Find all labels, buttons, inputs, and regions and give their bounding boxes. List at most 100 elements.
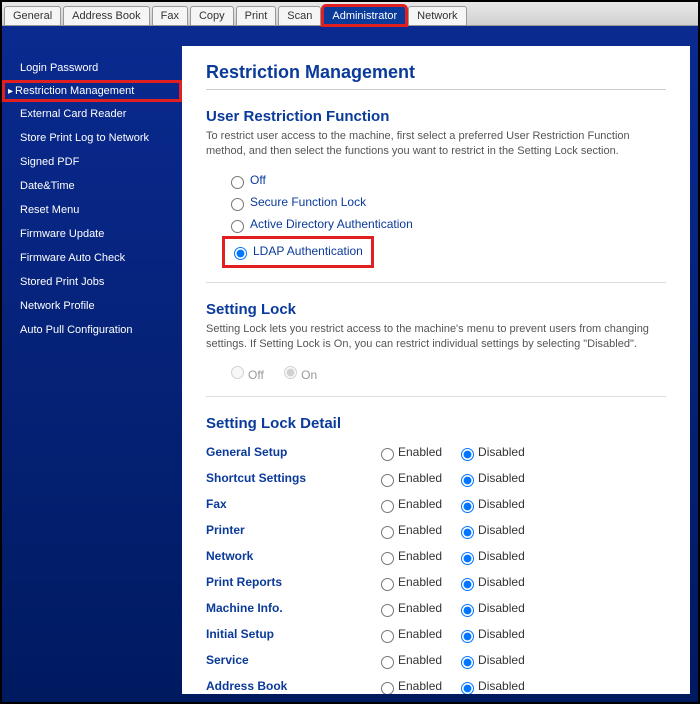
lock-off-radio[interactable] [231, 366, 244, 379]
urf-option-secure-function-lock[interactable]: Secure Function Lock [206, 192, 666, 214]
detail-option-enabled[interactable]: Enabled [376, 575, 442, 589]
detail-label: Address Book [206, 679, 376, 694]
detail-option-disabled[interactable]: Disabled [456, 653, 525, 667]
lock-off-option[interactable]: Off [226, 368, 264, 382]
tab-scan[interactable]: Scan [278, 6, 321, 25]
urf-heading: User Restriction Function [206, 108, 666, 125]
detail-options: Enabled Disabled [376, 653, 539, 669]
divider [206, 396, 666, 397]
detail-radio[interactable] [461, 682, 474, 694]
tab-network[interactable]: Network [408, 6, 466, 25]
detail-radio[interactable] [461, 578, 474, 591]
detail-option-enabled[interactable]: Enabled [376, 549, 442, 563]
detail-option-disabled[interactable]: Disabled [456, 497, 525, 511]
detail-option-enabled[interactable]: Enabled [376, 653, 442, 667]
sidebar-item-firmware-auto-check[interactable]: Firmware Auto Check [2, 246, 182, 270]
page-title: Restriction Management [206, 62, 666, 90]
sidebar-item-restriction-management[interactable]: Restriction Management [2, 80, 182, 102]
detail-option-enabled[interactable]: Enabled [376, 497, 442, 511]
detail-option-disabled[interactable]: Disabled [456, 549, 525, 563]
detail-radio[interactable] [381, 500, 394, 513]
detail-option-enabled[interactable]: Enabled [376, 445, 442, 459]
tab-address-book[interactable]: Address Book [63, 6, 149, 25]
detail-radio[interactable] [461, 474, 474, 487]
detail-row-print-reports: Print ReportsEnabledDisabled [206, 570, 666, 596]
detail-radio[interactable] [461, 630, 474, 643]
detail-row-initial-setup: Initial SetupEnabled Disabled [206, 622, 666, 648]
detail-radio[interactable] [461, 552, 474, 565]
tab-administrator[interactable]: Administrator [323, 6, 406, 25]
urf-desc: To restrict user access to the machine, … [206, 129, 666, 160]
detail-radio[interactable] [381, 656, 394, 669]
detail-radio[interactable] [461, 448, 474, 461]
detail-radio[interactable] [381, 448, 394, 461]
detail-option-disabled[interactable]: Disabled [456, 523, 525, 537]
sidebar-item-firmware-update[interactable]: Firmware Update [2, 222, 182, 246]
sidebar-item-date-time[interactable]: Date&Time [2, 174, 182, 198]
urf-radio[interactable] [231, 176, 244, 189]
sidebar-item-reset-menu[interactable]: Reset Menu [2, 198, 182, 222]
detail-radio[interactable] [381, 474, 394, 487]
detail-option-enabled[interactable]: Enabled [376, 601, 442, 615]
tab-copy[interactable]: Copy [190, 6, 234, 25]
detail-radio[interactable] [461, 526, 474, 539]
detail-row-printer: PrinterEnabledDisabled [206, 518, 666, 544]
detail-label: Initial Setup [206, 627, 376, 643]
detail-label: Fax [206, 497, 376, 513]
content-panel: Restriction Management User Restriction … [182, 46, 690, 694]
tab-print[interactable]: Print [236, 6, 277, 25]
detail-option-disabled[interactable]: Disabled [456, 445, 525, 459]
detail-label: Machine Info. [206, 601, 376, 617]
sidebar-item-stored-print-jobs[interactable]: Stored Print Jobs [2, 270, 182, 294]
detail-radio[interactable] [381, 682, 394, 694]
detail-options: Enabled Disabled [376, 471, 539, 487]
sidebar-item-auto-pull-configuration[interactable]: Auto Pull Configuration [2, 318, 182, 342]
detail-option-disabled[interactable]: Disabled [456, 471, 525, 485]
detail-table: General SetupEnabledDisabledShortcut Set… [206, 440, 666, 694]
detail-radio[interactable] [381, 578, 394, 591]
detail-option-disabled[interactable]: Disabled [456, 627, 525, 641]
urf-radio[interactable] [231, 220, 244, 233]
lock-desc: Setting Lock lets you restrict access to… [206, 322, 666, 353]
detail-option-enabled[interactable]: Enabled [376, 471, 442, 485]
app-frame: GeneralAddress BookFaxCopyPrintScanAdmin… [0, 0, 700, 704]
detail-option-disabled[interactable]: Disabled [456, 679, 525, 693]
detail-option-enabled[interactable]: Enabled [376, 679, 442, 693]
detail-option-enabled[interactable]: Enabled [376, 627, 442, 641]
detail-heading: Setting Lock Detail [206, 415, 666, 432]
urf-radio[interactable] [234, 247, 247, 260]
urf-option-ldap-authentication[interactable]: LDAP Authentication [225, 241, 367, 263]
detail-radio[interactable] [461, 656, 474, 669]
tab-fax[interactable]: Fax [152, 6, 188, 25]
detail-radio[interactable] [461, 500, 474, 513]
sidebar-item-external-card-reader[interactable]: External Card Reader [2, 102, 182, 126]
body-area: Login PasswordRestriction ManagementExte… [2, 26, 698, 702]
lock-on-option[interactable]: On [279, 368, 317, 382]
urf-options: OffSecure Function LockActive Directory … [206, 170, 666, 268]
urf-radio[interactable] [231, 198, 244, 211]
urf-option-active-directory-authentication[interactable]: Active Directory Authentication [206, 214, 666, 236]
sidebar-item-signed-pdf[interactable]: Signed PDF [2, 150, 182, 174]
detail-option-disabled[interactable]: Disabled [456, 575, 525, 589]
detail-row-address-book: Address BookEnabled Disabled [206, 674, 666, 694]
detail-row-shortcut-settings: Shortcut SettingsEnabledDisabled [206, 466, 666, 492]
sidebar-item-login-password[interactable]: Login Password [2, 56, 182, 80]
sidebar-item-network-profile[interactable]: Network Profile [2, 294, 182, 318]
detail-option-enabled[interactable]: Enabled [376, 523, 442, 537]
detail-option-disabled[interactable]: Disabled [456, 601, 525, 615]
detail-radio[interactable] [461, 604, 474, 617]
detail-radio[interactable] [381, 630, 394, 643]
detail-label: General Setup [206, 445, 376, 461]
lock-heading: Setting Lock [206, 301, 666, 318]
urf-option-off[interactable]: Off [206, 170, 666, 192]
lock-on-radio[interactable] [284, 366, 297, 379]
lock-options: Off On [206, 363, 666, 382]
detail-radio[interactable] [381, 604, 394, 617]
detail-radio[interactable] [381, 552, 394, 565]
urf-selected-highlight: LDAP Authentication [222, 236, 374, 268]
divider [206, 282, 666, 283]
sidebar-item-store-print-log-to-network[interactable]: Store Print Log to Network [2, 126, 182, 150]
tab-general[interactable]: General [4, 6, 61, 25]
detail-row-general-setup: General SetupEnabled Disabled [206, 440, 666, 466]
detail-radio[interactable] [381, 526, 394, 539]
